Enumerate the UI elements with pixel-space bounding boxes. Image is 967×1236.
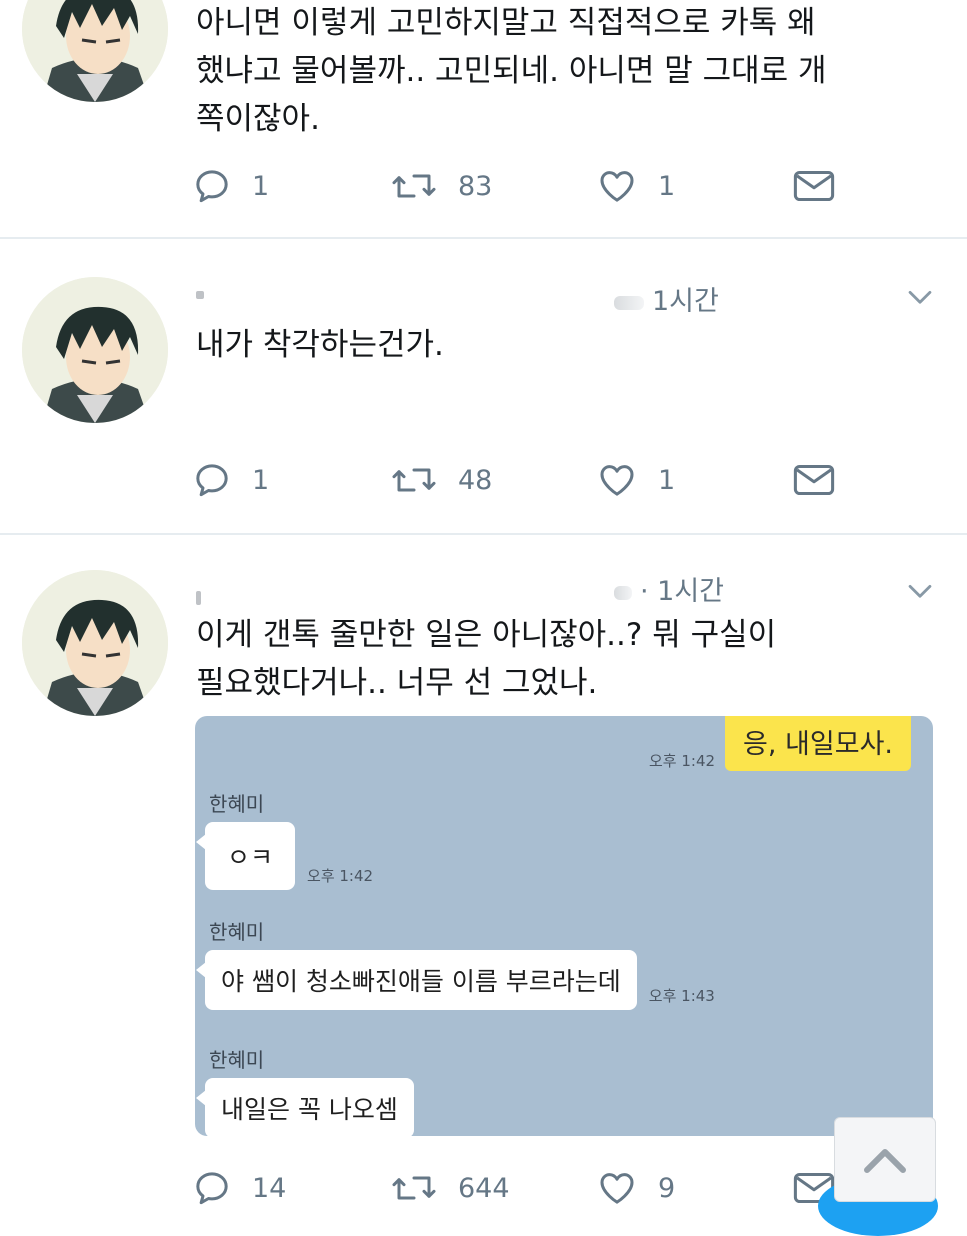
retweet-count: 83 <box>458 170 493 202</box>
direct-message-button[interactable] <box>792 458 836 502</box>
reply-count: 14 <box>252 1172 287 1204</box>
message-time: 오후 1:42 <box>648 752 716 770</box>
incoming-message-row: ㅇㅋ 오후 1:42 <box>195 822 374 890</box>
my-message-row: 오후 1:42 응, 내일모사. <box>649 716 911 771</box>
tweet-actions: 1 83 1 <box>192 164 852 208</box>
heart-icon <box>600 171 634 202</box>
tweet-text: 내가 착각하는건가. <box>196 327 444 363</box>
avatar[interactable] <box>22 277 168 423</box>
incoming-message-bubble: 내일은 꼭 나오셈 <box>196 1078 414 1136</box>
reply-icon <box>196 464 228 497</box>
blurred-handle <box>614 295 644 310</box>
tweet-actions: 14 644 9 <box>192 1166 852 1210</box>
reply-button[interactable]: 14 <box>192 1166 286 1210</box>
retweet-count: 48 <box>458 464 493 496</box>
retweet-count: 644 <box>458 1172 510 1204</box>
like-count: 1 <box>658 170 676 202</box>
tweet-header: 1시간 <box>196 279 926 317</box>
tweet-text: 이게 갠톡 줄만한 일은 아니잖아..? 뭐 구실이 필요했다거나.. 너무 선… <box>196 617 777 701</box>
reply-button[interactable]: 1 <box>192 458 269 502</box>
like-button[interactable]: 1 <box>596 458 675 502</box>
reply-count: 1 <box>252 170 270 202</box>
incoming-message-row: 내일은 꼭 나오셈 <box>196 1078 414 1136</box>
like-button[interactable]: 9 <box>596 1166 675 1210</box>
incoming-message-bubble: ㅇㅋ <box>195 822 296 890</box>
direct-message-button[interactable] <box>792 164 836 208</box>
incoming-message-row: 야 쌤이 청소빠진애들 이름 부르라는데 오후 1:43 <box>196 950 715 1010</box>
retweet-button[interactable]: 644 <box>390 1166 510 1210</box>
reply-icon <box>196 170 228 203</box>
chat-screenshot-image[interactable]: 오후 1:42 응, 내일모사. 한혜미 ㅇㅋ 오후 1:42 한혜미 야 쌤이… <box>195 716 933 1136</box>
retweet-icon <box>392 468 436 492</box>
avatar-image <box>22 0 168 102</box>
like-count: 9 <box>658 1172 676 1204</box>
tweet-time-text: 1시간 <box>652 286 719 317</box>
tweet-1[interactable]: 아니면 이렇게 고민하지말고 직접적으로 카톡 왜 했냐고 물어볼까.. 고민되… <box>0 0 967 236</box>
chevron-down-icon[interactable] <box>903 281 937 315</box>
avatar-image <box>22 570 168 716</box>
blurred-handle <box>614 585 632 600</box>
sender-name: 한혜미 <box>209 1048 265 1072</box>
sender-name: 한혜미 <box>209 920 265 944</box>
reply-button[interactable]: 1 <box>192 164 269 208</box>
retweet-button[interactable]: 48 <box>390 458 492 502</box>
avatar[interactable] <box>22 570 168 716</box>
chevron-up-icon <box>864 1148 906 1173</box>
message-time: 오후 1:43 <box>648 987 715 1005</box>
avatar[interactable] <box>22 0 168 102</box>
heart-icon <box>600 1173 634 1204</box>
retweet-button[interactable]: 83 <box>390 164 492 208</box>
tweet-text: 아니면 이렇게 고민하지말고 직접적으로 카톡 왜 했냐고 물어볼까.. 고민되… <box>196 5 827 137</box>
blurred-username <box>196 591 201 605</box>
retweet-icon <box>392 1176 436 1200</box>
tweet-time: · 1시간 <box>614 569 944 608</box>
like-button[interactable]: 1 <box>596 164 675 208</box>
chevron-down-icon[interactable] <box>903 575 937 609</box>
envelope-icon <box>793 170 835 202</box>
tweet-header: · 1시간 <box>196 569 926 607</box>
my-message-bubble: 응, 내일모사. <box>725 716 911 771</box>
scroll-to-top-button[interactable] <box>834 1117 936 1202</box>
tweet-time: 1시간 <box>614 279 944 318</box>
like-count: 1 <box>658 464 676 496</box>
heart-icon <box>600 465 634 496</box>
incoming-message-bubble: 야 쌤이 청소빠진애들 이름 부르라는데 <box>196 950 637 1010</box>
tweet-time-text: · 1시간 <box>640 576 725 607</box>
avatar-image <box>22 277 168 423</box>
message-time: 오후 1:42 <box>307 867 374 885</box>
reply-icon <box>196 1172 228 1205</box>
retweet-icon <box>392 174 436 198</box>
tweet-actions: 1 48 1 <box>192 458 852 502</box>
blurred-username <box>196 291 204 299</box>
sender-name: 한혜미 <box>209 792 265 816</box>
reply-count: 1 <box>252 464 270 496</box>
envelope-icon <box>793 464 835 496</box>
tweet-2[interactable]: 1시간 내가 착각하는건가. 1 48 1 <box>0 239 967 532</box>
